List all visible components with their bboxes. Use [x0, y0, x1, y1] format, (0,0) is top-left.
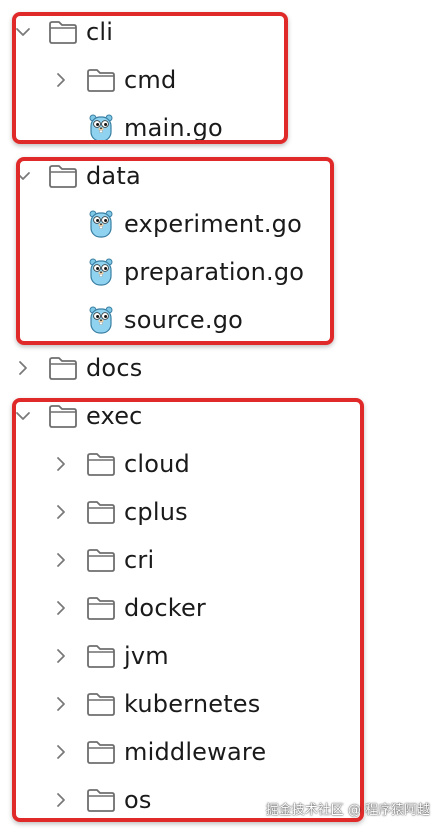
tree-item-label: main.go	[124, 114, 223, 142]
tree-folder-data[interactable]: data	[0, 152, 442, 200]
tree-file-preparation-go[interactable]: preparation.go	[0, 248, 442, 296]
tree-item-label: source.go	[124, 306, 244, 334]
folder-icon	[86, 593, 116, 623]
gopher-icon	[86, 257, 116, 287]
chevron-down-icon[interactable]	[12, 405, 34, 427]
folder-icon	[86, 545, 116, 575]
chevron-right-icon[interactable]	[12, 357, 34, 379]
chevron-right-icon[interactable]	[50, 741, 72, 763]
tree-item-label: middleware	[124, 738, 267, 766]
folder-icon	[86, 497, 116, 527]
tree-file-main-go[interactable]: main.go	[0, 104, 442, 152]
tree-item-label: experiment.go	[124, 210, 302, 238]
gopher-icon	[86, 113, 116, 143]
folder-icon	[86, 785, 116, 815]
tree-folder-cri[interactable]: cri	[0, 536, 442, 584]
tree-folder-jvm[interactable]: jvm	[0, 632, 442, 680]
tree-folder-cmd[interactable]: cmd	[0, 56, 442, 104]
tree-item-label: os	[124, 786, 152, 814]
folder-icon	[86, 737, 116, 767]
chevron-down-icon[interactable]	[12, 165, 34, 187]
tree-item-label: docs	[86, 354, 143, 382]
tree-file-experiment-go[interactable]: experiment.go	[0, 200, 442, 248]
tree-item-label: jvm	[124, 642, 169, 670]
tree-folder-cloud[interactable]: cloud	[0, 440, 442, 488]
tree-item-label: cri	[124, 546, 155, 574]
folder-icon	[48, 353, 78, 383]
chevron-right-icon[interactable]	[50, 453, 72, 475]
chevron-right-icon[interactable]	[50, 69, 72, 91]
tree-item-label: docker	[124, 594, 206, 622]
tree-folder-docs[interactable]: docs	[0, 344, 442, 392]
folder-icon	[86, 689, 116, 719]
tree-item-label: kubernetes	[124, 690, 261, 718]
folder-icon	[48, 161, 78, 191]
chevron-right-icon[interactable]	[50, 549, 72, 571]
tree-file-source-go[interactable]: source.go	[0, 296, 442, 344]
tree-item-label: exec	[86, 402, 143, 430]
chevron-right-icon[interactable]	[50, 501, 72, 523]
chevron-down-icon[interactable]	[12, 21, 34, 43]
tree-item-label: cmd	[124, 66, 177, 94]
tree-folder-middleware[interactable]: middleware	[0, 728, 442, 776]
chevron-right-icon[interactable]	[50, 645, 72, 667]
tree-item-label: cplus	[124, 498, 188, 526]
tree-folder-kubernetes[interactable]: kubernetes	[0, 680, 442, 728]
tree-item-label: cli	[86, 18, 114, 46]
chevron-right-icon[interactable]	[50, 693, 72, 715]
folder-icon	[48, 401, 78, 431]
tree-item-label: preparation.go	[124, 258, 305, 286]
chevron-right-icon[interactable]	[50, 597, 72, 619]
tree-folder-exec[interactable]: exec	[0, 392, 442, 440]
tree-folder-docker[interactable]: docker	[0, 584, 442, 632]
watermark: 掘金技术社区 @ 程序猿阿越	[265, 803, 430, 818]
folder-icon	[86, 65, 116, 95]
folder-icon	[86, 641, 116, 671]
gopher-icon	[86, 209, 116, 239]
tree-item-label: data	[86, 162, 141, 190]
tree-item-label: cloud	[124, 450, 190, 478]
folder-icon	[86, 449, 116, 479]
tree-folder-cplus[interactable]: cplus	[0, 488, 442, 536]
chevron-right-icon[interactable]	[50, 789, 72, 811]
folder-icon	[48, 17, 78, 47]
gopher-icon	[86, 305, 116, 335]
tree-folder-cli[interactable]: cli	[0, 8, 442, 56]
